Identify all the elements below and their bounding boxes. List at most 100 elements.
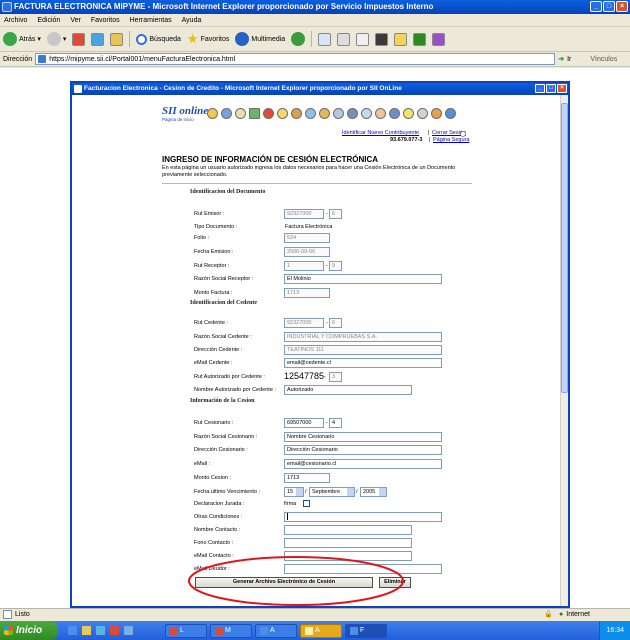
quick-launch-desktop-icon[interactable] xyxy=(96,626,105,635)
razon-cesionario-field[interactable]: Nombre Cesionario xyxy=(284,432,442,442)
email-cedente-field[interactable]: email@cedente.cl xyxy=(284,358,442,368)
alert-icon[interactable] xyxy=(263,108,274,119)
quick-launch-app-icon[interactable] xyxy=(110,626,119,635)
quick-launch-app2-icon[interactable] xyxy=(124,626,133,635)
favorites-button[interactable]: ★ Favoritos xyxy=(187,31,229,47)
firma-checkbox[interactable] xyxy=(303,500,310,507)
links-label[interactable]: Vínculos xyxy=(590,56,617,63)
search-button[interactable]: Búsqueda xyxy=(136,33,181,45)
menu-archivo[interactable]: Archivo xyxy=(4,14,27,26)
tray-clock[interactable]: 16:34 xyxy=(606,627,624,634)
service-icon-15[interactable] xyxy=(403,108,414,119)
rut-cedente-dv-field[interactable]: 6 xyxy=(329,318,342,328)
secure-page-link[interactable]: Página Segura xyxy=(433,137,469,143)
popup-close-button[interactable]: × xyxy=(557,84,567,93)
popup-minimize-button[interactable]: _ xyxy=(535,84,545,93)
taskbar: Inicio L M A A F 16:34 xyxy=(0,621,630,640)
rut-receptor-dv-field[interactable]: 9 xyxy=(329,261,342,271)
close-button[interactable]: × xyxy=(616,1,628,12)
refresh-icon[interactable] xyxy=(91,32,105,46)
discuss-icon[interactable] xyxy=(375,32,389,46)
dash: - xyxy=(324,374,326,380)
go-arrow-icon[interactable]: ➜ xyxy=(558,55,564,63)
popup-scrollbar[interactable] xyxy=(560,95,568,606)
research-icon[interactable] xyxy=(432,32,446,46)
service-icon-9[interactable] xyxy=(319,108,330,119)
service-icon-1[interactable] xyxy=(207,108,218,119)
fecha-emision-field[interactable]: 2006-09-06 xyxy=(284,247,330,257)
rut-receptor-field[interactable]: 1 xyxy=(284,261,324,271)
service-icon-3[interactable] xyxy=(235,108,246,119)
fecha-mes-select[interactable]: Septiembre xyxy=(309,487,355,497)
menu-ayuda[interactable]: Ayuda xyxy=(182,14,202,26)
service-icon-2[interactable] xyxy=(221,108,232,119)
taskbar-button-3[interactable]: A xyxy=(255,623,297,638)
monto-factura-field[interactable]: 1713 xyxy=(284,288,330,298)
popup-window: Facturacion Electronica - Cesion de Cred… xyxy=(70,81,570,608)
mail-icon[interactable] xyxy=(318,32,332,46)
monto-cesion-field[interactable]: 1713 xyxy=(284,473,330,483)
service-icon-4[interactable] xyxy=(249,108,260,119)
service-icon-12[interactable] xyxy=(361,108,372,119)
history-icon[interactable] xyxy=(291,32,306,46)
maximize-button[interactable]: □ xyxy=(603,1,615,12)
popup-maximize-button[interactable]: □ xyxy=(546,84,556,93)
service-icon-11[interactable] xyxy=(347,108,358,119)
start-button[interactable]: Inicio xyxy=(0,621,58,640)
rut-emisor-dv-field[interactable]: 6 xyxy=(329,209,342,219)
service-icon-13[interactable] xyxy=(375,108,386,119)
messenger-icon[interactable] xyxy=(394,32,408,46)
razon-receptor-field[interactable]: El Molinio xyxy=(284,274,442,284)
service-icon-8[interactable] xyxy=(305,108,316,119)
edit-icon[interactable] xyxy=(356,32,370,46)
rut-emisor-field[interactable]: 92327000 xyxy=(284,209,324,219)
minimize-button[interactable]: _ xyxy=(590,1,602,12)
service-icon-14[interactable] xyxy=(389,108,400,119)
direccion-cesionario-field[interactable]: Dirección Cesionario xyxy=(284,445,442,455)
direccion-cedente-field[interactable]: TEATINOS 111 xyxy=(284,345,442,355)
new-taxpayer-link[interactable]: Identificar Nuevo Contribuyente xyxy=(342,130,419,136)
go-button[interactable]: Ir xyxy=(567,56,571,63)
taskbar-button-4[interactable]: A xyxy=(300,623,342,638)
fecha-dia-select[interactable]: 15 xyxy=(284,487,304,497)
quick-launch-folder-icon[interactable] xyxy=(82,626,91,635)
service-icon-18[interactable] xyxy=(445,108,456,119)
quick-launch-ie-icon[interactable] xyxy=(68,626,77,635)
rut-cesionario-field[interactable]: 69507000 xyxy=(284,418,324,428)
menu-ver[interactable]: Ver xyxy=(70,14,81,26)
print-icon[interactable] xyxy=(337,32,351,46)
menu-herramientas[interactable]: Herramientas xyxy=(130,14,172,26)
rut-autorizado-value[interactable]: 12547785 xyxy=(284,371,324,381)
taskbar-button-2[interactable]: M xyxy=(210,623,252,638)
rut-cedente-field[interactable]: 92327000 xyxy=(284,318,324,328)
section-cesion-title: Información de la Cesion xyxy=(190,398,255,404)
email-cesionario-field[interactable]: email@cesionario.cl xyxy=(284,459,442,469)
home-icon[interactable] xyxy=(110,32,124,46)
nombre-contacto-field[interactable] xyxy=(284,525,412,535)
menu-edicion[interactable]: Edición xyxy=(37,14,60,26)
menu-favoritos[interactable]: Favoritos xyxy=(91,14,120,26)
nombre-autorizado-field[interactable]: Autorizado xyxy=(284,385,412,395)
forward-button[interactable]: ▾ xyxy=(46,32,66,46)
taskbar-button-5[interactable]: F xyxy=(345,623,387,638)
service-icon-17[interactable] xyxy=(431,108,442,119)
scrollbar-thumb[interactable] xyxy=(561,103,568,393)
rut-cesionario-dv-field[interactable]: 4 xyxy=(329,418,342,428)
fecha-anio-select[interactable]: 2005 xyxy=(360,487,387,497)
razon-cedente-field[interactable]: INDUSTRIAL Y COMPRUEBAS S.A. xyxy=(284,332,442,342)
folio-field[interactable]: 534 xyxy=(284,233,330,243)
clover-icon[interactable] xyxy=(413,32,427,46)
service-icon-16[interactable] xyxy=(417,108,428,119)
multimedia-button[interactable]: Multimedia xyxy=(235,32,285,46)
fono-contacto-field[interactable] xyxy=(284,538,412,548)
address-input[interactable]: https://mipyme.sii.cl/Portal001/menuFact… xyxy=(35,53,556,65)
otras-condiciones-field[interactable] xyxy=(284,512,442,522)
stop-icon[interactable] xyxy=(72,32,86,46)
service-icon-7[interactable] xyxy=(291,108,302,119)
sii-logo[interactable]: SII online Página de inicio xyxy=(162,105,208,122)
service-icon-6[interactable] xyxy=(277,108,288,119)
service-icon-10[interactable] xyxy=(333,108,344,119)
back-button[interactable]: Atrás ▾ xyxy=(3,32,41,46)
taskbar-button-1[interactable]: L xyxy=(165,623,207,638)
rut-autorizado-dv-field[interactable]: 3 xyxy=(329,372,342,382)
